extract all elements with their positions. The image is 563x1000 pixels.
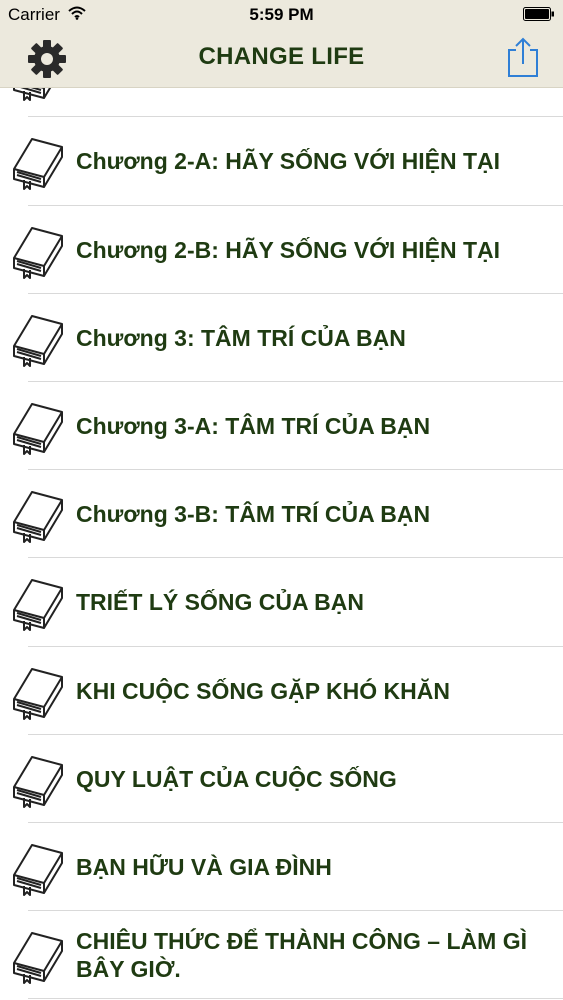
chapter-title: TRIẾT LÝ SỐNG CỦA BẠN bbox=[76, 589, 364, 615]
list-item[interactable]: Chương 2-A: HÃY SỐNG VỚI HIỆN TẠI bbox=[0, 117, 563, 205]
list-item[interactable] bbox=[0, 88, 563, 116]
chapter-title: Chương 2-B: HÃY SỐNG VỚI HIỆN TẠI bbox=[76, 237, 501, 263]
row-separator bbox=[28, 998, 563, 999]
chapter-title: Chương 3: TÂM TRÍ CỦA BẠN bbox=[76, 325, 406, 351]
book-icon bbox=[13, 579, 63, 631]
navigation-bar: CHANGE LIFE bbox=[0, 30, 563, 88]
book-icon bbox=[13, 844, 63, 896]
book-icon bbox=[13, 491, 63, 543]
status-bar: Carrier 5:59 PM bbox=[0, 0, 563, 30]
book-icon bbox=[13, 756, 63, 808]
book-icon bbox=[13, 138, 63, 190]
chapter-title: BẠN HỮU VÀ GIA ĐÌNH bbox=[76, 854, 332, 880]
list-item[interactable]: KHI CUỘC SỐNG GẶP KHÓ KHĂN bbox=[0, 647, 563, 735]
share-icon[interactable] bbox=[506, 36, 540, 78]
list-item[interactable]: QUY LUẬT CỦA CUỘC SỐNG bbox=[0, 735, 563, 823]
book-icon bbox=[13, 932, 63, 984]
book-icon bbox=[13, 315, 63, 367]
list-item[interactable]: Chương 3: TÂM TRÍ CỦA BẠN bbox=[0, 294, 563, 382]
status-time: 5:59 PM bbox=[249, 5, 314, 24]
list-item[interactable]: Chương 3-B: TÂM TRÍ CỦA BẠN bbox=[0, 470, 563, 558]
list-item[interactable]: TRIẾT LÝ SỐNG CỦA BẠN bbox=[0, 558, 563, 646]
chapter-title: Chương 2-A: HÃY SỐNG VỚI HIỆN TẠI bbox=[76, 148, 501, 174]
page-title: CHANGE LIFE bbox=[198, 43, 365, 70]
chapter-list[interactable]: Chương 2-A: HÃY SỐNG VỚI HIỆN TẠI Chương… bbox=[0, 88, 563, 1000]
book-icon bbox=[13, 403, 63, 455]
book-icon bbox=[13, 668, 63, 720]
chapter-title: Chương 3-A: TÂM TRÍ CỦA BẠN bbox=[76, 413, 431, 439]
chapter-title: Chương 3-B: TÂM TRÍ CỦA BẠN bbox=[76, 501, 431, 527]
book-icon bbox=[13, 227, 63, 279]
chapter-title: CHIÊU THỨC ĐỂ THÀNH CÔNG – LÀM GÌ BÂY GI… bbox=[76, 928, 527, 982]
list-item[interactable]: Chương 3-A: TÂM TRÍ CỦA BẠN bbox=[0, 382, 563, 470]
list-item[interactable]: Chương 2-B: HÃY SỐNG VỚI HIỆN TẠI bbox=[0, 206, 563, 294]
book-icon bbox=[13, 88, 52, 101]
battery-icon bbox=[523, 7, 554, 21]
chapter-title: KHI CUỘC SỐNG GẶP KHÓ KHĂN bbox=[76, 678, 450, 704]
chapter-title: QUY LUẬT CỦA CUỘC SỐNG bbox=[76, 766, 397, 792]
list-item[interactable]: CHIÊU THỨC ĐỂ THÀNH CÔNG – LÀM GÌ BÂY GI… bbox=[0, 911, 563, 999]
list-item[interactable]: BẠN HỮU VÀ GIA ĐÌNH bbox=[0, 823, 563, 911]
